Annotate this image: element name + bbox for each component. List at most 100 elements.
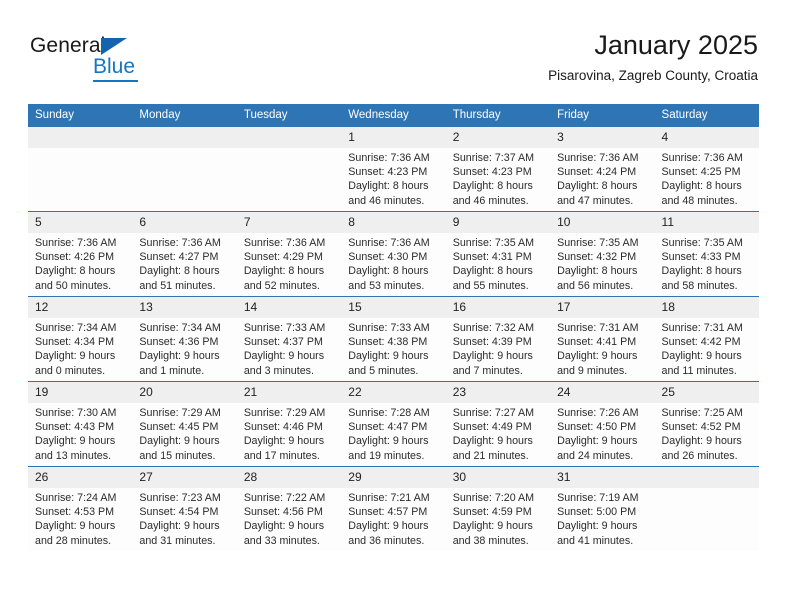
daylight-text: Daylight: 9 hours and 41 minutes. xyxy=(557,520,638,547)
logo-text-blue: Blue xyxy=(93,55,136,78)
calendar-day-cell[interactable]: 22 Sunrise: 7:28 AM Sunset: 4:47 PM Dayligh… xyxy=(341,381,446,467)
sunrise-text: Sunrise: 7:21 AM xyxy=(348,492,430,504)
sunrise-text: Sunrise: 7:31 AM xyxy=(661,322,743,334)
day-details: Sunrise: 7:33 AM Sunset: 4:37 PM Daylight:… xyxy=(237,318,341,378)
daylight-text: Daylight: 8 hours and 51 minutes. xyxy=(139,265,220,292)
calendar-day-cell[interactable]: 1 Sunrise: 7:36 AM Sunset: 4:23 PM Daylight… xyxy=(341,126,446,212)
daylight-text: Daylight: 9 hours and 0 minutes. xyxy=(35,350,116,377)
calendar-day-cell[interactable]: 17 Sunrise: 7:31 AM Sunset: 4:41 PM Dayligh… xyxy=(550,296,655,382)
day-details: Sunrise: 7:35 AM Sunset: 4:31 PM Daylight:… xyxy=(446,233,550,293)
weekday-header-saturday: Saturday xyxy=(654,104,759,127)
calendar-day-cell[interactable]: 21 Sunrise: 7:29 AM Sunset: 4:46 PM Dayligh… xyxy=(236,381,342,467)
daylight-text: Daylight: 9 hours and 26 minutes. xyxy=(661,435,742,462)
day-details: Sunrise: 7:28 AM Sunset: 4:47 PM Daylight:… xyxy=(341,403,445,463)
day-details: Sunrise: 7:37 AM Sunset: 4:23 PM Daylight:… xyxy=(446,148,550,208)
daylight-text: Daylight: 9 hours and 15 minutes. xyxy=(139,435,220,462)
day-number: 30 xyxy=(445,467,551,488)
weekday-header-monday: Monday xyxy=(132,104,237,127)
sunset-text: Sunset: 4:27 PM xyxy=(139,251,219,264)
sunrise-text: Sunrise: 7:31 AM xyxy=(557,322,639,334)
calendar-day-cell[interactable]: 16 Sunrise: 7:32 AM Sunset: 4:39 PM Dayligh… xyxy=(445,296,551,382)
daylight-text: Daylight: 9 hours and 1 minute. xyxy=(139,350,220,377)
day-details: Sunrise: 7:36 AM Sunset: 4:27 PM Daylight:… xyxy=(132,233,236,293)
sunset-text: Sunset: 4:49 PM xyxy=(452,421,532,434)
day-details: Sunrise: 7:30 AM Sunset: 4:43 PM Daylight:… xyxy=(28,403,132,463)
sunrise-text: Sunrise: 7:37 AM xyxy=(452,152,535,164)
calendar-day-cell[interactable]: 7 Sunrise: 7:36 AM Sunset: 4:29 PM Daylight… xyxy=(236,211,342,297)
calendar-day-cell[interactable]: 5 Sunrise: 7:36 AM Sunset: 4:26 PM Daylight… xyxy=(28,211,133,297)
daylight-text: Daylight: 8 hours and 50 minutes. xyxy=(35,265,116,292)
sunrise-text: Sunrise: 7:36 AM xyxy=(348,237,430,249)
calendar-day-cell[interactable]: 15 Sunrise: 7:33 AM Sunset: 4:38 PM Dayligh… xyxy=(341,296,446,382)
sunrise-text: Sunrise: 7:23 AM xyxy=(139,492,221,504)
sunset-text: Sunset: 4:31 PM xyxy=(452,251,532,264)
calendar-day-cell[interactable]: 31 Sunrise: 7:19 AM Sunset: 5:00 PM Dayligh… xyxy=(550,466,655,551)
calendar-day-cell[interactable]: 6 Sunrise: 7:36 AM Sunset: 4:27 PM Daylight… xyxy=(132,211,237,297)
sunset-text: Sunset: 4:30 PM xyxy=(348,251,428,264)
title-block: January 2025 Pisarovina, Zagreb County, … xyxy=(548,28,758,86)
sunset-text: Sunset: 4:45 PM xyxy=(139,421,219,434)
day-number: 10 xyxy=(550,212,655,233)
general-blue-logo[interactable]: General Blue xyxy=(30,34,220,86)
calendar-day-cell[interactable]: 11 Sunrise: 7:35 AM Sunset: 4:33 PM Dayligh… xyxy=(654,211,759,297)
sunrise-text: Sunrise: 7:29 AM xyxy=(243,407,326,419)
sunrise-text: Sunrise: 7:32 AM xyxy=(452,322,535,334)
calendar-day-cell[interactable]: 30 Sunrise: 7:20 AM Sunset: 4:59 PM Dayligh… xyxy=(445,466,551,551)
sunrise-text: Sunrise: 7:26 AM xyxy=(557,407,639,419)
sunset-text: Sunset: 4:25 PM xyxy=(661,166,741,179)
sunset-text: Sunset: 4:32 PM xyxy=(557,251,637,264)
daylight-text: Daylight: 9 hours and 9 minutes. xyxy=(557,350,638,377)
calendar-day-cell[interactable]: 18 Sunrise: 7:31 AM Sunset: 4:42 PM Dayligh… xyxy=(654,296,759,382)
sunrise-text: Sunrise: 7:36 AM xyxy=(557,152,639,164)
calendar-day-cell[interactable]: 19 Sunrise: 7:30 AM Sunset: 4:43 PM Dayligh… xyxy=(28,381,133,467)
calendar-day-cell[interactable]: 2 Sunrise: 7:37 AM Sunset: 4:23 PM Daylight… xyxy=(445,126,551,212)
daylight-text: Daylight: 9 hours and 7 minutes. xyxy=(452,350,533,377)
sunrise-text: Sunrise: 7:36 AM xyxy=(35,237,117,249)
calendar-day-cell[interactable]: 20 Sunrise: 7:29 AM Sunset: 4:45 PM Dayligh… xyxy=(132,381,237,467)
daylight-text: Daylight: 9 hours and 13 minutes. xyxy=(35,435,116,462)
weekday-header-friday: Friday xyxy=(550,104,655,127)
calendar-day-cell[interactable]: 29 Sunrise: 7:21 AM Sunset: 4:57 PM Dayligh… xyxy=(341,466,446,551)
day-details: Sunrise: 7:36 AM Sunset: 4:29 PM Daylight:… xyxy=(237,233,341,293)
calendar-day-cell[interactable]: 26 Sunrise: 7:24 AM Sunset: 4:53 PM Dayligh… xyxy=(28,466,133,551)
day-number xyxy=(28,127,133,148)
calendar-day-cell[interactable]: 4 Sunrise: 7:36 AM Sunset: 4:25 PM Daylight… xyxy=(654,126,759,212)
day-details: Sunrise: 7:35 AM Sunset: 4:32 PM Daylight:… xyxy=(550,233,654,293)
calendar-day-cell[interactable]: 23 Sunrise: 7:27 AM Sunset: 4:49 PM Dayligh… xyxy=(445,381,551,467)
calendar-day-cell[interactable]: 28 Sunrise: 7:22 AM Sunset: 4:56 PM Dayligh… xyxy=(236,466,342,551)
day-details: Sunrise: 7:36 AM Sunset: 4:25 PM Daylight:… xyxy=(655,148,759,208)
sunset-text: Sunset: 4:53 PM xyxy=(35,506,115,519)
daylight-text: Daylight: 8 hours and 56 minutes. xyxy=(557,265,638,292)
sunrise-text: Sunrise: 7:30 AM xyxy=(35,407,117,419)
calendar-day-cell[interactable]: 10 Sunrise: 7:35 AM Sunset: 4:32 PM Dayligh… xyxy=(550,211,655,297)
day-details: Sunrise: 7:24 AM Sunset: 4:53 PM Daylight:… xyxy=(28,488,132,548)
calendar-day-cell[interactable]: 13 Sunrise: 7:34 AM Sunset: 4:36 PM Dayligh… xyxy=(132,296,237,382)
day-details: Sunrise: 7:35 AM Sunset: 4:33 PM Daylight:… xyxy=(655,233,759,293)
daylight-text: Daylight: 8 hours and 46 minutes. xyxy=(348,180,429,207)
day-details: Sunrise: 7:36 AM Sunset: 4:24 PM Daylight:… xyxy=(550,148,654,208)
calendar-day-cell[interactable]: 24 Sunrise: 7:26 AM Sunset: 4:50 PM Dayligh… xyxy=(550,381,655,467)
day-number: 4 xyxy=(654,127,759,148)
calendar-day-cell[interactable]: 25 Sunrise: 7:25 AM Sunset: 4:52 PM Dayligh… xyxy=(654,381,759,467)
sunset-text: Sunset: 4:37 PM xyxy=(243,336,323,349)
calendar-day-cell[interactable]: 3 Sunrise: 7:36 AM Sunset: 4:24 PM Daylight… xyxy=(550,126,655,212)
day-details: Sunrise: 7:29 AM Sunset: 4:46 PM Daylight:… xyxy=(237,403,341,463)
calendar-day-cell[interactable]: 9 Sunrise: 7:35 AM Sunset: 4:31 PM Daylight… xyxy=(445,211,551,297)
daylight-text: Daylight: 9 hours and 17 minutes. xyxy=(243,435,325,462)
calendar-day-cell[interactable]: 8 Sunrise: 7:36 AM Sunset: 4:30 PM Daylight… xyxy=(341,211,446,297)
daylight-text: Daylight: 9 hours and 19 minutes. xyxy=(348,435,429,462)
sunrise-text: Sunrise: 7:20 AM xyxy=(452,492,535,504)
calendar-day-cell-empty xyxy=(132,126,237,212)
day-details: Sunrise: 7:20 AM Sunset: 4:59 PM Daylight:… xyxy=(446,488,550,548)
day-details: Sunrise: 7:23 AM Sunset: 4:54 PM Daylight:… xyxy=(132,488,236,548)
day-number: 27 xyxy=(132,467,237,488)
calendar-day-cell[interactable]: 12 Sunrise: 7:34 AM Sunset: 4:34 PM Dayligh… xyxy=(28,296,133,382)
calendar-day-cell[interactable]: 27 Sunrise: 7:23 AM Sunset: 4:54 PM Dayligh… xyxy=(132,466,237,551)
calendar-day-cell[interactable]: 14 Sunrise: 7:33 AM Sunset: 4:37 PM Dayligh… xyxy=(236,296,342,382)
day-number: 29 xyxy=(341,467,446,488)
calendar-day-cell-empty xyxy=(28,126,133,212)
calendar-week-row: 5 Sunrise: 7:36 AM Sunset: 4:26 PM Daylight… xyxy=(28,211,759,297)
sunset-text: Sunset: 4:41 PM xyxy=(557,336,637,349)
sunrise-text: Sunrise: 7:33 AM xyxy=(348,322,430,334)
daylight-text: Daylight: 9 hours and 5 minutes. xyxy=(348,350,429,377)
